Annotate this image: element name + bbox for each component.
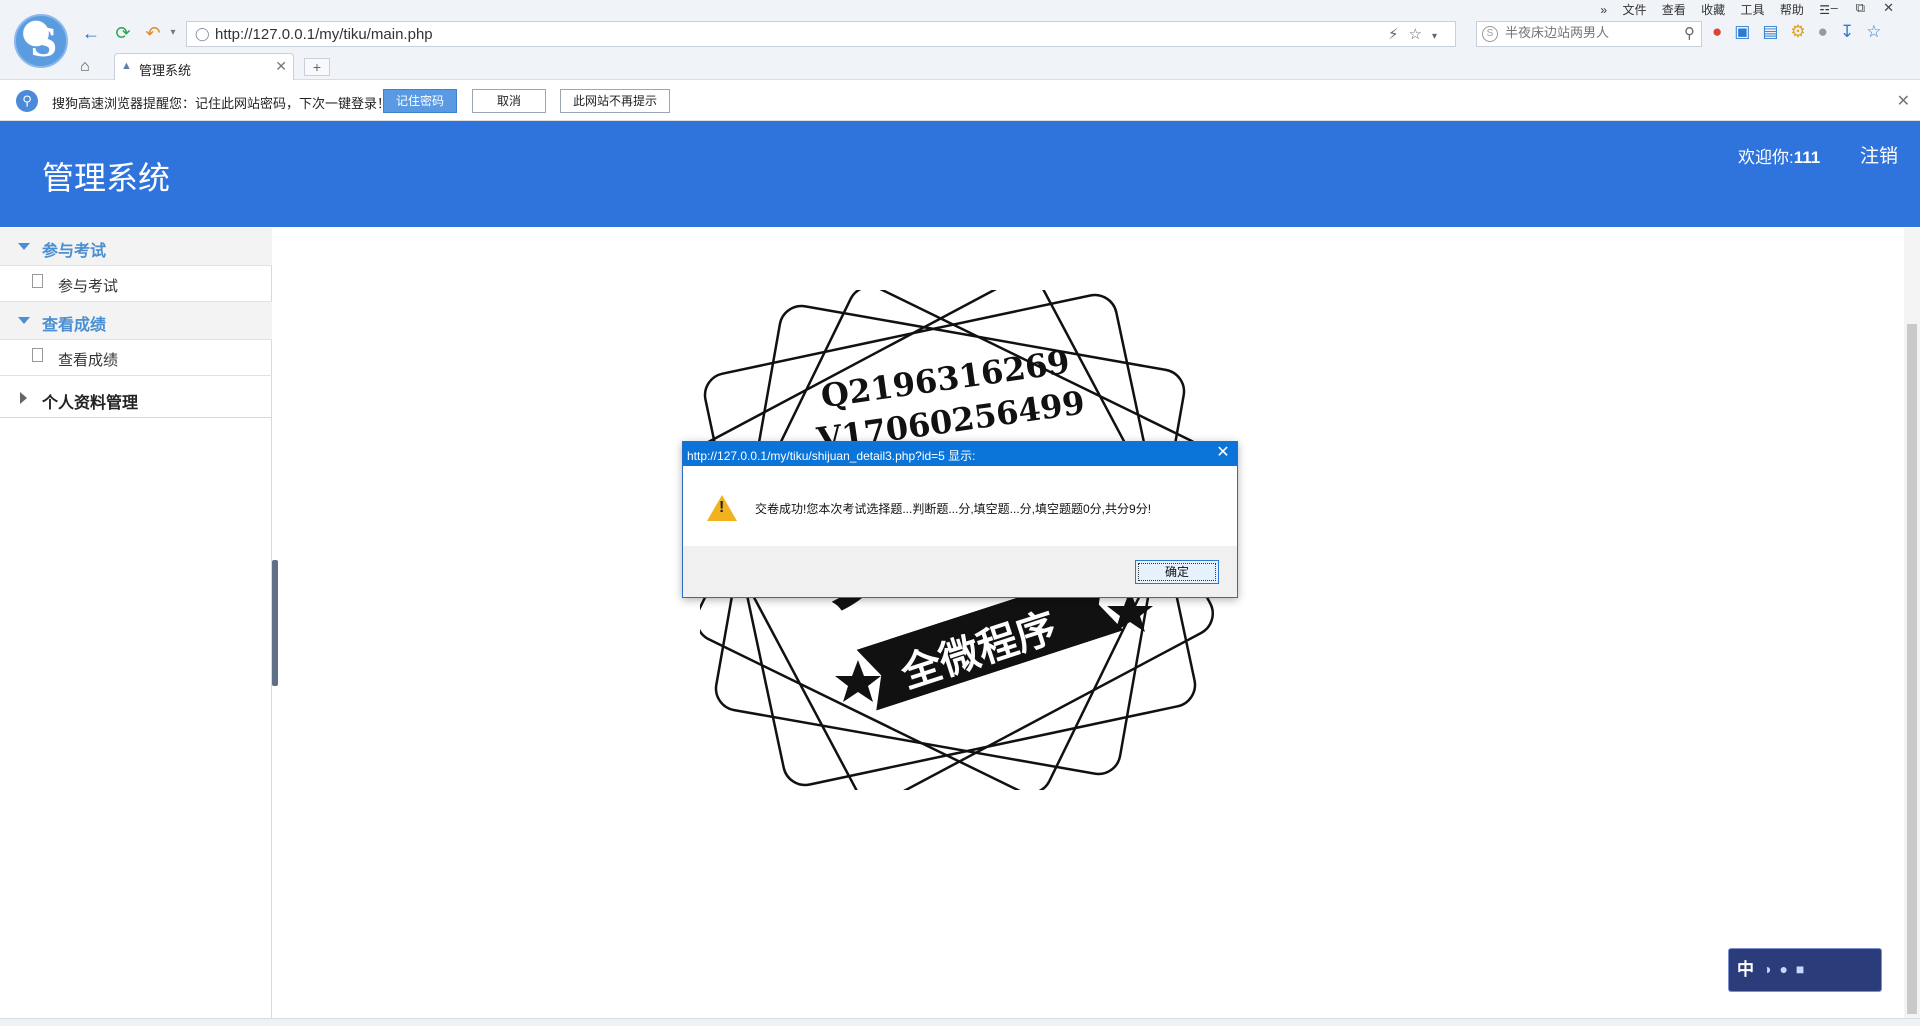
document-icon [32, 348, 43, 362]
dialog-footer: 确定 [683, 546, 1237, 597]
key-icon[interactable]: ⚙ [1790, 22, 1817, 41]
ime-mode[interactable]: 中 [1737, 955, 1754, 980]
document-icon [32, 274, 43, 288]
dialog-titlebar[interactable]: http://127.0.0.1/my/tiku/shijuan_detail3… [683, 442, 1237, 466]
browser-logo-icon: S [14, 14, 68, 68]
home-icon[interactable]: ⌂ [80, 58, 90, 76]
expanded-arrow-icon [18, 317, 30, 324]
sidebar-item-take-exam[interactable]: 参与考试 [0, 266, 272, 302]
address-url[interactable]: http://127.0.0.1/my/tiku/main.php [215, 26, 433, 43]
key-icon: ⚲ [16, 90, 38, 112]
password-reminder-text: 搜狗高速浏览器提醒您：记住此网站密码，下次一键登录！ [52, 96, 391, 111]
menu-view[interactable]: 查看 [1662, 3, 1686, 17]
sidebar-group-profile[interactable]: 个人资料管理 [0, 378, 272, 418]
favorites-icon[interactable]: ☆ [1866, 22, 1893, 41]
expanded-arrow-icon [18, 243, 30, 250]
status-bar [0, 1018, 1920, 1026]
undo-dropdown-icon[interactable]: ▾ [162, 22, 184, 44]
watermark-line1: Q2196316269 [818, 342, 1072, 416]
dialog-title: http://127.0.0.1/my/tiku/shijuan_detail3… [687, 449, 976, 463]
sidebar-item-view-scores[interactable]: 查看成绩 [0, 340, 272, 376]
weibo-icon[interactable]: ● [1712, 22, 1734, 41]
star-icon[interactable]: ☆ [1409, 26, 1432, 43]
watermark-band-text: 全微程序 [895, 604, 1063, 698]
security-shield-icon: ◯ [195, 26, 210, 41]
search-icon[interactable]: ⚲ [1684, 24, 1695, 42]
search-box[interactable]: S ⚲ [1476, 21, 1702, 47]
welcome-prefix: 欢迎你: [1738, 148, 1794, 167]
chevron-down-icon[interactable]: ▾ [1432, 31, 1447, 42]
close-window-icon[interactable]: ✕ [1883, 0, 1912, 15]
new-tab-button[interactable]: + [304, 58, 330, 76]
browser-menu: » 文件 查看 收藏 工具 帮助 ☲ [1588, 1, 1830, 18]
sidebar-item-label: 查看成绩 [58, 352, 119, 369]
refresh-icon[interactable]: ⟳ [112, 22, 134, 44]
logout-link[interactable]: 注销 [1860, 141, 1898, 168]
scrollbar-thumb[interactable] [1907, 324, 1917, 1014]
sidebar-item-label: 参与考试 [58, 278, 119, 295]
dialog-close-icon[interactable]: ✕ [1209, 442, 1237, 466]
never-remind-button[interactable]: 此网站不再提示 [560, 89, 670, 113]
download-icon[interactable]: ↧ [1840, 22, 1866, 41]
sidebar-group-label: 参与考试 [42, 243, 107, 260]
tab-close-icon[interactable]: ✕ [275, 58, 287, 75]
clipboard-icon[interactable]: ▤ [1762, 22, 1790, 41]
sidebar-group-scores[interactable]: 查看成绩 [0, 302, 272, 340]
page-title: 管理系统 [42, 160, 171, 196]
cancel-button[interactable]: 取消 [472, 89, 546, 113]
more-icon[interactable]: ● [1818, 22, 1840, 41]
sidebar-splitter-handle[interactable] [272, 560, 278, 686]
close-bar-icon[interactable]: ✕ [1897, 91, 1910, 111]
sidebar-group-exam[interactable]: 参与考试 [0, 228, 272, 266]
minimize-icon[interactable]: – [1831, 0, 1856, 15]
toolbar-icons: ●▣▤⚙●↧☆ [1712, 22, 1893, 42]
welcome-text: 欢迎你:111 [1738, 143, 1820, 168]
sidebar: 参与考试 参与考试 查看成绩 查看成绩 个人资料管理 [0, 228, 272, 1018]
collapsed-arrow-icon [20, 392, 27, 404]
undo-icon[interactable]: ↶ [142, 22, 164, 44]
ime-toolbar[interactable]: 中 ◑●■ [1728, 948, 1882, 992]
username: 111 [1793, 148, 1821, 167]
address-tools[interactable]: ⚡☆▾ [1388, 25, 1447, 43]
back-icon[interactable]: ← [80, 22, 102, 44]
menu-tools[interactable]: 工具 [1741, 3, 1765, 17]
restore-icon[interactable]: ⧉ [1856, 0, 1883, 15]
menu-favorites[interactable]: 收藏 [1701, 3, 1725, 17]
warning-mark: ! [719, 499, 725, 516]
search-engine-icon[interactable]: S [1482, 26, 1498, 42]
dialog-message: 交卷成功!您本次考试选择题...判断题...分,填空题...分,填空题题0分,共… [755, 502, 1152, 516]
mail-icon[interactable]: ▣ [1734, 22, 1762, 41]
tab-title: 管理系统 [139, 63, 192, 78]
app-header: 管理系统 欢迎你:111 注销 [0, 121, 1920, 227]
menu-expand-icon[interactable]: » [1600, 3, 1607, 17]
content-scrollbar[interactable] [1904, 228, 1920, 1018]
tab-favicon-icon: ▲ [121, 60, 132, 72]
window-controls: –⧉✕ [1831, 0, 1912, 16]
address-bar[interactable]: ◯ http://127.0.0.1/my/tiku/main.php ⚡☆▾ [186, 21, 1456, 47]
skin-icon[interactable]: ☲ [1819, 3, 1830, 17]
sidebar-group-label: 查看成绩 [42, 317, 107, 334]
menu-help[interactable]: 帮助 [1780, 3, 1804, 17]
tab-main[interactable]: ▲ 管理系统 ✕ [114, 53, 294, 80]
search-input[interactable] [1505, 25, 1675, 40]
menu-file[interactable]: 文件 [1622, 3, 1646, 17]
remember-password-button[interactable]: 记住密码 [383, 89, 457, 113]
ime-settings-icon[interactable]: ◑●■ [1763, 961, 1812, 977]
browser-chrome: S ← ⟳ ↶ ▾ ◯ http://127.0.0.1/my/tiku/mai… [0, 0, 1920, 80]
password-reminder-bar: ⚲ 搜狗高速浏览器提醒您：记住此网站密码，下次一键登录！ 记住密码 取消 此网站… [0, 81, 1920, 121]
sidebar-group-label: 个人资料管理 [42, 395, 139, 412]
alert-dialog: http://127.0.0.1/my/tiku/shijuan_detail3… [682, 441, 1238, 598]
lightning-icon[interactable]: ⚡ [1388, 26, 1409, 43]
ok-button[interactable]: 确定 [1135, 560, 1219, 584]
